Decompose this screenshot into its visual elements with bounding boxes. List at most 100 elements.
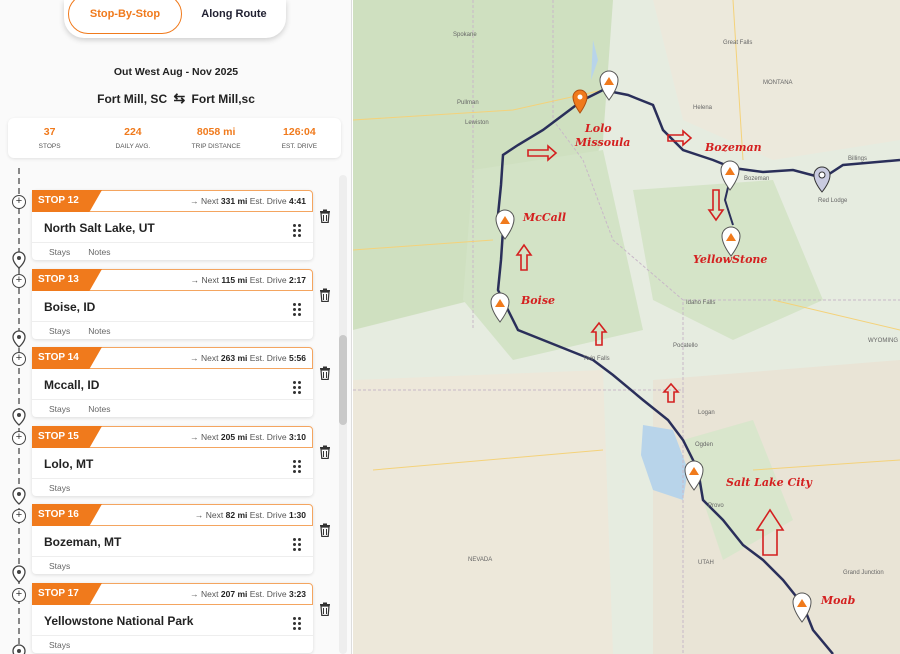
stop-card[interactable]: STOP 16 → Next 82 mi Est. Drive 1:30 Bozem… bbox=[32, 504, 313, 574]
place-label: Provo bbox=[708, 503, 724, 509]
stop-card[interactable]: STOP 13 → Next 115 mi Est. Drive 2:17 Bois… bbox=[32, 269, 313, 339]
stop-name: Lolo, MT bbox=[44, 457, 94, 471]
stop-name: Bozeman, MT bbox=[44, 535, 122, 549]
map-view[interactable]: Lolo Missoula Bozeman McCall YellowStone… bbox=[353, 0, 900, 654]
tab-along-route[interactable]: Along Route bbox=[182, 0, 286, 34]
stop-link-notes[interactable]: Notes bbox=[88, 326, 110, 336]
trip-title: Out West Aug - Nov 2025 bbox=[113, 66, 239, 78]
stop-links: Stays Notes bbox=[32, 242, 313, 260]
stop-link-stays[interactable]: Stays bbox=[49, 483, 70, 493]
itinerary-panel: Stop-By-Stop Along Route Out West Aug - … bbox=[0, 0, 352, 654]
annotation-lolo: Lolo bbox=[585, 122, 612, 135]
stop-name: Mccall, ID bbox=[44, 378, 100, 392]
place-label: WYOMING bbox=[868, 338, 898, 344]
next-leg-info: → Next 331 mi Est. Drive 4:41 bbox=[190, 196, 306, 206]
route-destination: Fort Mill,sc bbox=[191, 92, 255, 106]
stop-link-stays[interactable]: Stays bbox=[49, 404, 70, 414]
trash-icon[interactable] bbox=[319, 602, 331, 617]
stop-number: STOP 13 bbox=[32, 269, 102, 291]
place-label: Lewiston bbox=[465, 120, 489, 126]
stop-number: STOP 17 bbox=[32, 583, 102, 605]
place-label: Pocatello bbox=[673, 343, 698, 349]
location-pin-icon bbox=[11, 564, 27, 584]
trash-icon[interactable] bbox=[319, 209, 331, 224]
stop-card[interactable]: STOP 14 → Next 263 mi Est. Drive 5:56 Mcca… bbox=[32, 347, 313, 417]
drag-handle-icon[interactable] bbox=[293, 303, 301, 317]
drag-handle-icon[interactable] bbox=[293, 617, 301, 631]
scrollbar[interactable] bbox=[339, 175, 347, 654]
drag-handle-icon[interactable] bbox=[293, 381, 301, 395]
trash-icon[interactable] bbox=[319, 445, 331, 460]
stop-link-stays[interactable]: Stays bbox=[49, 247, 70, 257]
trip-route: Fort Mill, SC ⇆ Fort Mill,sc bbox=[0, 90, 351, 107]
stop-link-notes[interactable]: Notes bbox=[88, 247, 110, 257]
stop-header: STOP 16 → Next 82 mi Est. Drive 1:30 bbox=[32, 504, 313, 526]
location-pin-icon bbox=[11, 329, 27, 349]
place-label: Red Lodge bbox=[818, 198, 848, 204]
stat-stops: 37 STOPS bbox=[38, 126, 61, 150]
next-leg-info: → Next 205 mi Est. Drive 3:10 bbox=[190, 432, 306, 442]
stop-number: STOP 15 bbox=[32, 426, 102, 448]
annotation-bozeman: Bozeman bbox=[705, 141, 762, 154]
route-origin: Fort Mill, SC bbox=[97, 92, 168, 106]
stop-link-stays[interactable]: Stays bbox=[49, 561, 70, 571]
stop-header: STOP 15 → Next 205 mi Est. Drive 3:10 bbox=[32, 426, 313, 448]
add-stop-button[interactable]: + bbox=[12, 274, 26, 288]
stop-header: STOP 13 → Next 115 mi Est. Drive 2:17 bbox=[32, 269, 313, 291]
annotation-salt-lake-city: Salt Lake City bbox=[726, 476, 812, 489]
stat-daily-avg: 224 DAILY AVG. bbox=[115, 126, 151, 150]
next-leg-info: → Next 207 mi Est. Drive 3:23 bbox=[190, 589, 306, 599]
annotation-yellowstone: YellowStone bbox=[693, 253, 768, 266]
place-label: Billings bbox=[848, 156, 868, 162]
stop-link-stays[interactable]: Stays bbox=[49, 640, 70, 650]
next-leg-info: → Next 263 mi Est. Drive 5:56 bbox=[190, 353, 306, 363]
drag-handle-icon[interactable] bbox=[293, 224, 301, 238]
place-label: Logan bbox=[698, 410, 715, 416]
drag-handle-icon[interactable] bbox=[293, 538, 301, 552]
stop-name: North Salt Lake, UT bbox=[44, 221, 155, 235]
place-label: Pullman bbox=[457, 100, 479, 106]
location-pin-icon bbox=[11, 250, 27, 270]
tab-stop-by-stop[interactable]: Stop-By-Stop bbox=[68, 0, 182, 34]
drag-handle-icon[interactable] bbox=[293, 460, 301, 474]
location-pin-icon bbox=[11, 486, 27, 506]
add-stop-button[interactable]: + bbox=[12, 195, 26, 209]
trip-stats: 37 STOPS 224 DAILY AVG. 8058 mi TRIP DISTAN… bbox=[8, 118, 341, 158]
stop-links: Stays Notes bbox=[32, 399, 313, 417]
place-label: Great Falls bbox=[723, 40, 753, 46]
scrollbar-thumb[interactable] bbox=[339, 335, 347, 425]
add-stop-button[interactable]: + bbox=[12, 509, 26, 523]
stop-links: Stays bbox=[32, 635, 313, 653]
trash-icon[interactable] bbox=[319, 523, 331, 538]
add-stop-button[interactable]: + bbox=[12, 588, 26, 602]
add-stop-button[interactable]: + bbox=[12, 431, 26, 445]
annotation-boise: Boise bbox=[521, 294, 556, 307]
trash-icon[interactable] bbox=[319, 288, 331, 303]
stop-links: Stays bbox=[32, 478, 313, 496]
trash-icon[interactable] bbox=[319, 366, 331, 381]
place-label: Twin Falls bbox=[583, 356, 610, 362]
stop-name: Boise, ID bbox=[44, 300, 96, 314]
stop-card[interactable]: STOP 12 → Next 331 mi Est. Drive 4:41 Nort… bbox=[32, 190, 313, 260]
stat-est-drive: 126:04 EST. DRIVE bbox=[281, 126, 318, 150]
stat-trip-distance: 8058 mi TRIP DISTANCE bbox=[191, 126, 241, 150]
stop-card[interactable]: STOP 17 → Next 207 mi Est. Drive 3:23 Yell… bbox=[32, 583, 313, 653]
place-label: NEVADA bbox=[468, 557, 493, 563]
place-label: Bozeman bbox=[744, 176, 770, 182]
add-stop-button[interactable]: + bbox=[12, 352, 26, 366]
place-label: Idaho Falls bbox=[686, 300, 716, 306]
location-pin-icon bbox=[11, 407, 27, 427]
stop-links: Stays bbox=[32, 556, 313, 574]
next-leg-info: → Next 82 mi Est. Drive 1:30 bbox=[194, 510, 306, 520]
swap-icon[interactable]: ⇆ bbox=[173, 90, 185, 107]
annotation-moab: Moab bbox=[821, 594, 856, 607]
place-label: MONTANA bbox=[763, 80, 793, 86]
place-label: Ogden bbox=[695, 442, 714, 448]
annotation-mccall: McCall bbox=[523, 211, 567, 224]
stop-header: STOP 14 → Next 263 mi Est. Drive 5:56 bbox=[32, 347, 313, 369]
stop-link-stays[interactable]: Stays bbox=[49, 326, 70, 336]
next-leg-info: → Next 115 mi Est. Drive 2:17 bbox=[190, 275, 306, 285]
stop-link-notes[interactable]: Notes bbox=[88, 404, 110, 414]
stop-card[interactable]: STOP 15 → Next 205 mi Est. Drive 3:10 Lolo… bbox=[32, 426, 313, 496]
stop-number: STOP 12 bbox=[32, 190, 102, 212]
